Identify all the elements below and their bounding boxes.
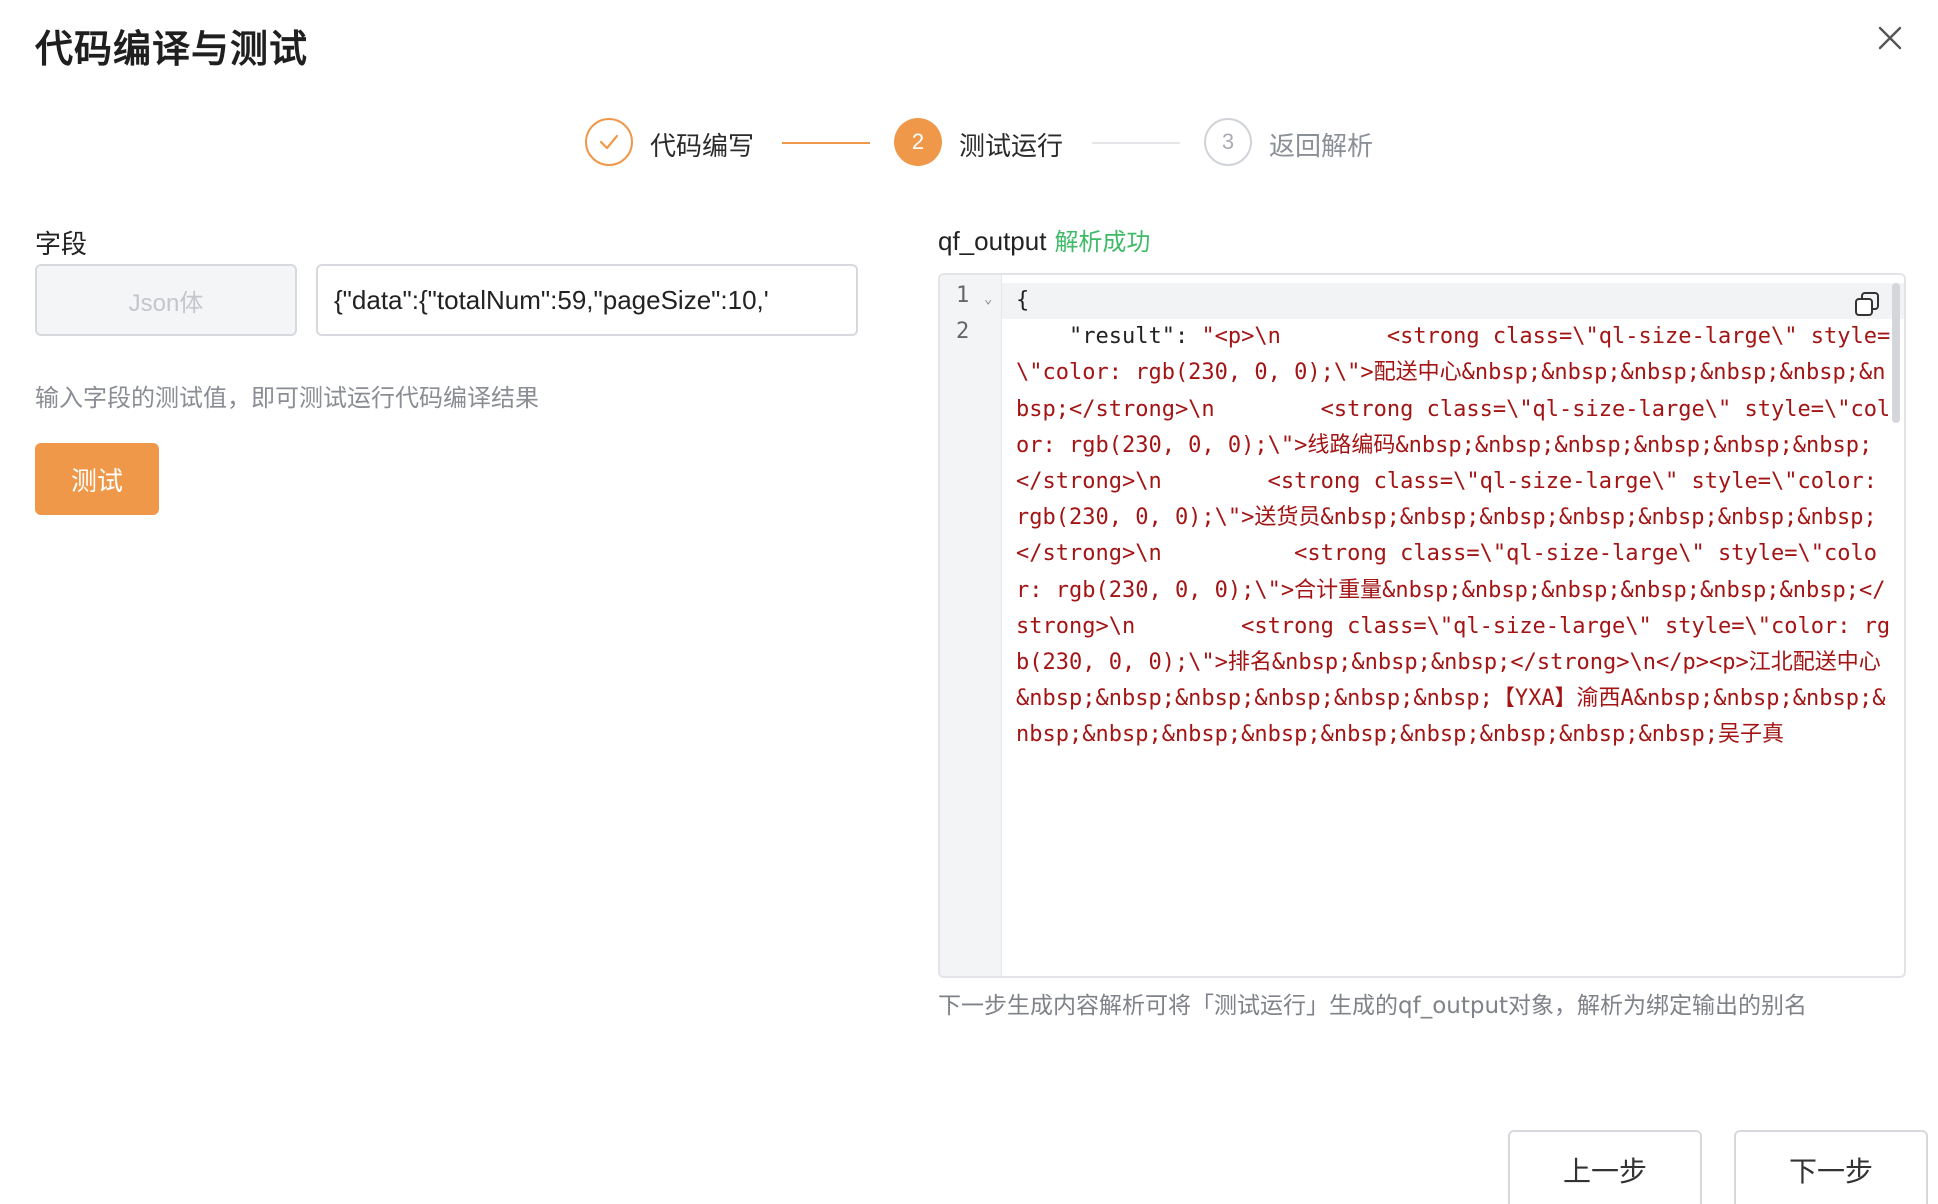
code-line-2-value: "<p>\n <strong class=\"ql-size-large\" s…	[1016, 324, 1891, 748]
line-gutter: 1 ⌄ 2	[940, 275, 1002, 976]
step-connector-2	[1092, 142, 1180, 144]
output-label: qf_output 解析成功	[938, 222, 1150, 257]
next-step-button[interactable]: 下一步	[1734, 1130, 1928, 1204]
code-editor[interactable]: 1 ⌄ 2 { "result": "<p>\n <strong class=\…	[938, 273, 1906, 978]
step-2-marker: 2	[894, 118, 942, 166]
steps-bar: 代码编写 2 测试运行 3 返回解析	[0, 118, 1938, 170]
code-content[interactable]: { "result": "<p>\n <strong class=\"ql-si…	[1016, 283, 1892, 754]
close-icon[interactable]	[1870, 18, 1910, 58]
step-connector-1	[782, 142, 870, 144]
prev-step-button[interactable]: 上一步	[1508, 1130, 1702, 1204]
input-hint: 输入字段的测试值，即可测试运行代码编译结果	[35, 384, 539, 412]
dialog-title: 代码编译与测试	[35, 27, 309, 71]
field-value-input[interactable]: {"data":{"totalNum":59,"pageSize":10,'	[316, 264, 858, 336]
step-1-label: 代码编写	[650, 132, 755, 162]
step-2-label: 测试运行	[959, 132, 1064, 162]
step-3-label: 返回解析	[1269, 132, 1374, 162]
test-button[interactable]: 测试	[35, 443, 159, 515]
code-line-1: {	[1016, 288, 1030, 313]
step-1-check-icon	[585, 118, 633, 166]
fold-chevron-icon[interactable]: ⌄	[984, 291, 992, 307]
line-number: 2	[956, 319, 970, 344]
editor-scrollbar[interactable]	[1892, 283, 1900, 423]
copy-icon[interactable]	[1852, 289, 1882, 319]
field-label: 字段	[35, 230, 88, 260]
output-name: qf_output	[938, 226, 1047, 256]
line-number: 1	[956, 283, 970, 308]
output-footnote: 下一步生成内容解析可将「测试运行」生成的qf_output对象，解析为绑定输出的…	[938, 993, 1808, 1019]
step-3-marker: 3	[1204, 118, 1252, 166]
field-type-box: Json体	[35, 264, 297, 336]
code-line-2-key: "result":	[1016, 324, 1202, 350]
parse-status: 解析成功	[1054, 228, 1151, 256]
